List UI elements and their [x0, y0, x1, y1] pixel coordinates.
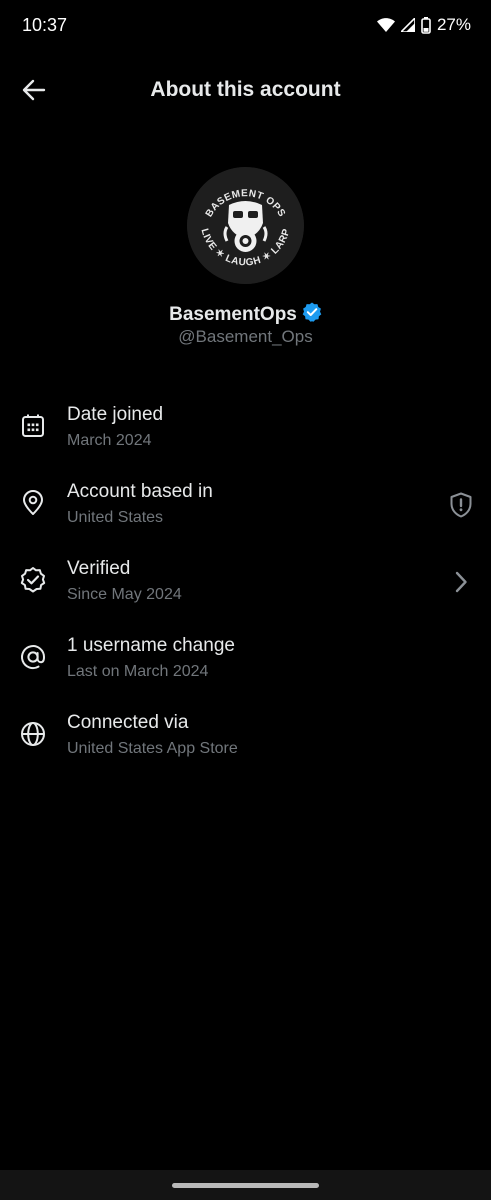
- chevron-right-icon: [455, 571, 467, 593]
- at-sign-icon: [21, 645, 46, 670]
- info-list: Date joined March 2024 Account based in …: [0, 392, 491, 777]
- status-time: 10:37: [22, 15, 68, 35]
- profile-name-row: BasementOps: [0, 302, 491, 327]
- info-subtitle: Last on March 2024: [67, 663, 209, 680]
- info-title: Account based in: [67, 481, 213, 502]
- battery-percent: 27%: [436, 15, 471, 34]
- battery-icon: [421, 16, 431, 34]
- shield-alert-icon: [450, 492, 472, 518]
- info-row-account-based-in: Account based in United States: [0, 469, 491, 546]
- system-nav-bar: [0, 1170, 491, 1200]
- status-icons: 27%: [376, 15, 471, 35]
- info-subtitle: March 2024: [67, 432, 152, 449]
- calendar-icon: [22, 414, 44, 437]
- home-indicator[interactable]: [172, 1183, 319, 1188]
- header: About this account: [0, 64, 491, 116]
- cell-signal-icon: [400, 18, 415, 32]
- info-title: Verified: [67, 558, 131, 579]
- info-row-connected-via: Connected via United States App Store: [0, 700, 491, 777]
- verified-badge-icon: [302, 302, 322, 327]
- profile-name: BasementOps: [169, 303, 297, 325]
- info-row-username-change: 1 username change Last on March 2024: [0, 623, 491, 700]
- info-title: Date joined: [67, 404, 164, 425]
- shield-alert-button[interactable]: [447, 491, 475, 519]
- info-row-date-joined: Date joined March 2024: [0, 392, 491, 469]
- info-subtitle: United States: [67, 509, 164, 526]
- page-title: About this account: [150, 78, 341, 101]
- info-subtitle: Since May 2024: [67, 586, 182, 603]
- info-subtitle: United States App Store: [67, 740, 238, 757]
- status-bar: 10:37 27%: [0, 0, 491, 52]
- globe-icon: [21, 722, 45, 746]
- profile-handle: @Basement_Ops: [178, 327, 313, 346]
- location-pin-icon: [23, 490, 43, 515]
- chevron-right-button[interactable]: [447, 568, 475, 596]
- info-title: 1 username change: [67, 635, 235, 656]
- wifi-icon: [376, 18, 395, 32]
- verified-seal-icon: [20, 567, 46, 593]
- avatar[interactable]: BASEMENT OPS LIVE ✶ LAUGH ✶ LARP: [187, 167, 304, 284]
- info-title: Connected via: [67, 712, 189, 733]
- info-row-verified[interactable]: Verified Since May 2024: [0, 546, 491, 623]
